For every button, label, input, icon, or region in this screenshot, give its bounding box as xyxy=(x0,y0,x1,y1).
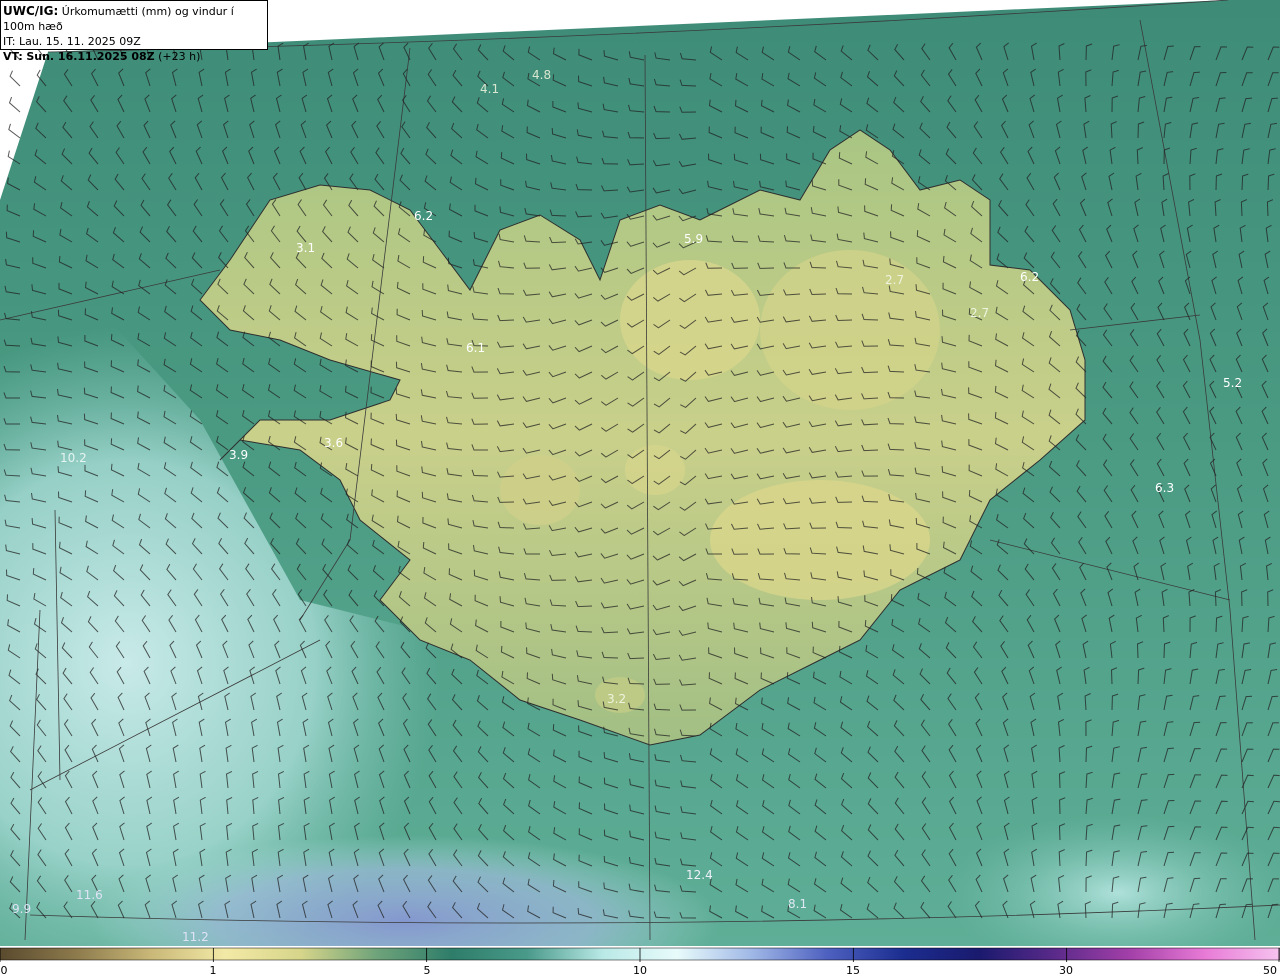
colorbar-scale xyxy=(0,947,1280,962)
glacier-langjokull xyxy=(500,455,580,525)
colorbar-legend: 0 1 5 10 15 30 50 xyxy=(0,946,1280,978)
initial-time: Lau. 15. 11. 2025 09Z xyxy=(18,35,141,48)
model-name: UWC/IG: xyxy=(3,4,59,18)
precipitation-map: 4.1 4.8 6.2 3.1 5.9 2.7 6.2 2.7 6.1 5.2 … xyxy=(0,0,1280,946)
valid-time-row: VT: Sun. 16.11.2025 08Z (+23 h) xyxy=(3,49,267,64)
initial-time-prefix: IT: xyxy=(3,35,16,48)
colorbar-tick-label: 10 xyxy=(633,964,647,977)
precip-value: 6.3 xyxy=(1155,481,1174,495)
precip-value: 11.6 xyxy=(76,888,103,902)
glacier-vatnajokull xyxy=(710,480,930,600)
initial-time-row: IT: Lau. 15. 11. 2025 09Z xyxy=(3,34,267,49)
precip-value: 4.8 xyxy=(532,68,551,82)
weather-map-viewer: 4.1 4.8 6.2 3.1 5.9 2.7 6.2 2.7 6.1 5.2 … xyxy=(0,0,1280,978)
precip-value: 5.2 xyxy=(1223,376,1242,390)
colorbar-tick-label: 5 xyxy=(423,964,431,977)
highland-patch xyxy=(620,260,760,380)
precip-value: 2.7 xyxy=(885,273,904,287)
precip-value: 4.1 xyxy=(480,82,499,96)
precip-value: 8.1 xyxy=(788,897,807,911)
precip-value: 3.2 xyxy=(607,692,626,706)
precip-value: 9.9 xyxy=(12,902,31,916)
precip-value: 11.2 xyxy=(182,930,209,944)
valid-time-prefix: VT: xyxy=(3,50,23,63)
product-title-row: UWC/IG: Úrkomumætti (mm) og vindur í 100… xyxy=(3,4,267,34)
precip-value: 5.9 xyxy=(684,232,703,246)
colorbar-tick-label: 0 xyxy=(0,964,8,977)
precip-value: 3.9 xyxy=(229,448,248,462)
precip-value: 6.1 xyxy=(466,341,485,355)
precip-value: 2.7 xyxy=(970,306,989,320)
colorbar-tick-label: 50 xyxy=(1263,964,1277,977)
forecast-info-panel: UWC/IG: Úrkomumætti (mm) og vindur í 100… xyxy=(0,0,268,63)
colorbar-tick-label: 30 xyxy=(1059,964,1073,977)
precip-value: 6.2 xyxy=(414,209,433,223)
precip-value: 6.2 xyxy=(1020,270,1039,284)
precip-value: 12.4 xyxy=(686,868,713,882)
colorbar-tick-label: 1 xyxy=(209,964,217,977)
highland-patch xyxy=(760,250,940,410)
precip-value: 3.1 xyxy=(296,241,315,255)
lead-time: (+23 h) xyxy=(158,50,201,63)
precip-value: 10.2 xyxy=(60,451,87,465)
glacier-hofsjokull xyxy=(625,445,685,495)
valid-time: Sun. 16.11.2025 08Z xyxy=(26,50,155,63)
colorbar-tick-label: 15 xyxy=(846,964,860,977)
precip-value: 3.6 xyxy=(324,436,343,450)
